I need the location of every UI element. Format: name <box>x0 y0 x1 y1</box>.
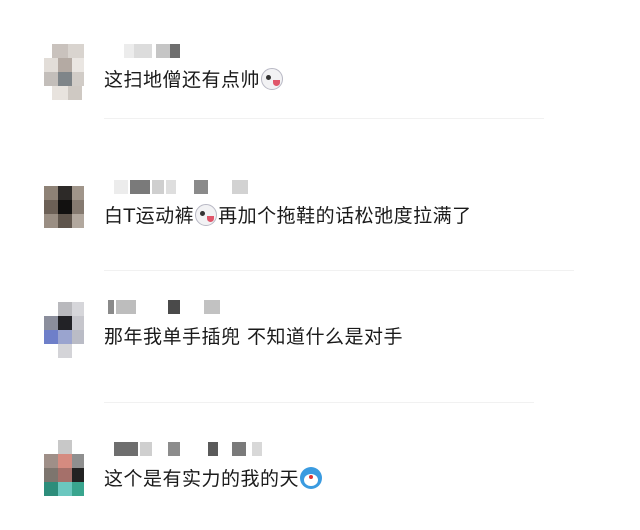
avatar[interactable] <box>44 44 84 100</box>
divider <box>104 402 534 403</box>
comment-text: 这个是有实力的我的天 <box>104 466 323 492</box>
divider <box>104 270 574 271</box>
laughing-tongue-emoji-icon <box>261 68 284 90</box>
comment-text-part: 这扫地僧还有点帅 <box>104 69 261 91</box>
avatar[interactable] <box>44 302 84 358</box>
comment-text-part: 白T运动裤 <box>104 205 195 227</box>
comment-text: 那年我单手插兜 不知道什么是对手 <box>104 324 403 350</box>
comment-item[interactable]: 这个是有实力的我的天 <box>0 410 640 530</box>
comment-text-part: 再加个拖鞋的话松弛度拉满了 <box>218 205 472 227</box>
comment-item[interactable]: 那年我单手插兜 不知道什么是对手 <box>0 280 640 410</box>
laughing-tongue-emoji-icon <box>195 204 218 226</box>
divider <box>104 118 544 119</box>
doraemon-emoji-icon <box>300 467 323 489</box>
comment-text-part: 这个是有实力的我的天 <box>104 468 300 490</box>
avatar[interactable] <box>44 186 84 242</box>
comment-item[interactable]: 白T运动裤 再加个拖鞋的话松弛度拉满了 <box>0 130 640 280</box>
comment-text: 这扫地僧还有点帅 <box>104 67 284 93</box>
comment-text-part: 那年我单手插兜 不知道什么是对手 <box>104 326 404 348</box>
avatar[interactable] <box>44 440 84 496</box>
comment-item[interactable]: 这扫地僧还有点帅 <box>0 0 640 130</box>
comment-text: 白T运动裤 再加个拖鞋的话松弛度拉满了 <box>104 203 472 229</box>
